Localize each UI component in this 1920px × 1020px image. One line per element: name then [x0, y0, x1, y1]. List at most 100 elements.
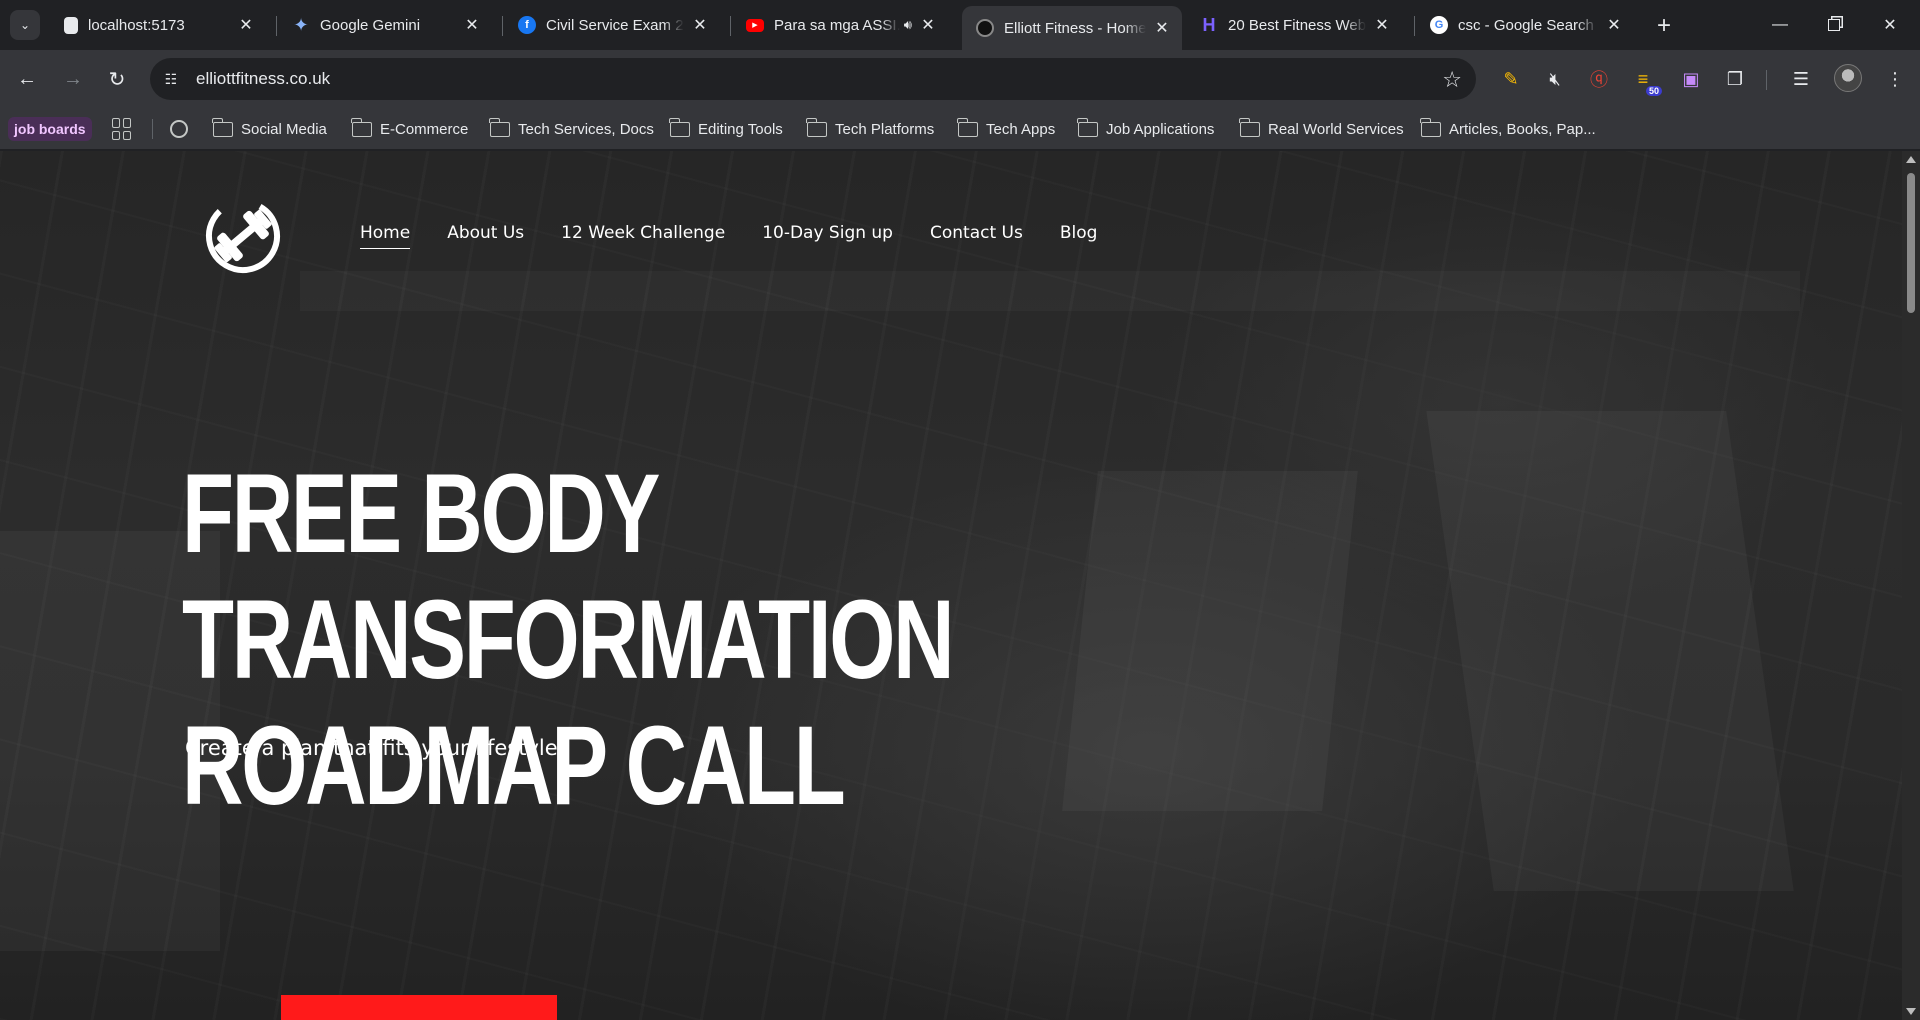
bookmark-label: Tech Apps: [986, 120, 1056, 138]
bookmark-folder-editing-tools[interactable]: Editing Tools: [669, 116, 783, 142]
restore-button[interactable]: [1806, 0, 1862, 50]
browser-toolbar: ← → ↻ ☷ elliottfitness.co.uk ☆ ✎ 🔇︎ ⓠ ≡ 5…: [0, 50, 1920, 108]
tab-facebook[interactable]: f Civil Service Exam 20... ✕: [504, 6, 720, 44]
hero-cta-button[interactable]: [281, 995, 557, 1020]
bookmark-folder-tech-apps[interactable]: Tech Apps: [957, 116, 1056, 142]
background-machine-shape: [1062, 471, 1358, 811]
hero-subtitle: Create a plan that fits your lifestyle.: [185, 736, 565, 760]
bookmark-folder-job-applications[interactable]: Job Applications: [1077, 116, 1214, 142]
scroll-down-arrow-icon[interactable]: [1906, 1008, 1916, 1015]
tab-strip: ⌄ localhost:5173 ✕ ✦ Google Gemini ✕ f C…: [0, 0, 1920, 50]
apps-grid-icon[interactable]: [112, 118, 134, 140]
tab-best-fitness[interactable]: H 20 Best Fitness Webs... ✕: [1186, 6, 1402, 44]
nav-link-10-day-sign-up[interactable]: 10-Day Sign up: [762, 223, 893, 243]
new-tab-button[interactable]: +: [1650, 12, 1678, 40]
close-icon[interactable]: ✕: [462, 15, 482, 35]
bookmark-folder-articles[interactable]: Articles, Books, Pap...: [1420, 116, 1596, 142]
q-extension-icon[interactable]: ⓠ: [1584, 64, 1614, 94]
toolbar-divider: [1766, 70, 1767, 90]
site-info-icon[interactable]: ☷: [156, 64, 186, 94]
close-icon[interactable]: ✕: [236, 15, 256, 35]
book-extension-icon[interactable]: ▣: [1676, 64, 1706, 94]
close-window-button[interactable]: ✕: [1862, 0, 1918, 50]
site-nav: Home About Us 12 Week Challenge 10-Day S…: [360, 223, 1134, 249]
highlighter-extension-icon[interactable]: ✎: [1496, 64, 1526, 94]
rss-extension-icon[interactable]: ≡ 50: [1628, 64, 1662, 96]
close-icon[interactable]: ✕: [1152, 18, 1172, 38]
extension-badge: 50: [1645, 86, 1662, 96]
close-icon[interactable]: ✕: [918, 15, 938, 35]
tab-group-label[interactable]: job boards: [8, 117, 92, 141]
menu-kebab-icon[interactable]: ⋮: [1880, 64, 1910, 94]
extensions-puzzle-icon[interactable]: ❐: [1720, 64, 1750, 94]
folder-icon: [957, 117, 978, 137]
url-text[interactable]: elliottfitness.co.uk: [196, 69, 330, 89]
plus-icon: +: [1656, 12, 1671, 39]
folder-icon: [351, 117, 372, 137]
minimize-button[interactable]: —: [1752, 0, 1808, 50]
folder-icon: [1077, 117, 1098, 137]
hero-title-line: TRANSFORMATION: [182, 577, 955, 702]
tab-title: csc - Google Search: [1458, 16, 1594, 34]
tab-title: 20 Best Fitness Webs...: [1228, 16, 1366, 34]
facebook-icon: f: [518, 16, 536, 34]
scrollbar-thumb[interactable]: [1907, 173, 1915, 313]
google-icon: G: [1430, 16, 1448, 34]
bookmark-label: Articles, Books, Pap...: [1449, 120, 1596, 138]
tab-title: Elliott Fitness - Home: [1004, 19, 1146, 37]
back-button[interactable]: ←: [12, 64, 42, 94]
h-icon: H: [1202, 14, 1216, 35]
close-icon[interactable]: ✕: [1604, 15, 1624, 35]
bookmark-star-icon[interactable]: ☆: [1442, 67, 1462, 93]
bookmark-folder-real-world-services[interactable]: Real World Services: [1239, 116, 1404, 142]
nav-link-home[interactable]: Home: [360, 223, 411, 249]
tab-divider: [276, 16, 277, 36]
bookmark-folder-social-media[interactable]: Social Media: [212, 116, 327, 142]
elliott-fitness-icon: [976, 19, 994, 37]
tab-search-button[interactable]: ⌄: [10, 10, 40, 40]
bookmark-folder-tech-services[interactable]: Tech Services, Docs: [489, 116, 654, 142]
address-bar[interactable]: ☷ elliottfitness.co.uk ☆: [150, 58, 1476, 100]
arrow-right-icon: →: [63, 67, 83, 90]
minimize-icon: —: [1772, 16, 1788, 33]
nav-link-about-us[interactable]: About Us: [447, 223, 524, 243]
tab-google-search[interactable]: G csc - Google Search ✕: [1416, 6, 1634, 44]
bookmark-label: E-Commerce: [380, 120, 469, 138]
folder-icon: [1239, 117, 1260, 137]
document-icon: [64, 16, 78, 34]
nav-link-contact-us[interactable]: Contact Us: [930, 223, 1023, 243]
close-icon[interactable]: ✕: [1372, 15, 1392, 35]
tab-divider: [730, 16, 731, 36]
tab-gemini[interactable]: ✦ Google Gemini ✕: [278, 6, 492, 44]
speaker-icon[interactable]: 🔊︎: [904, 17, 912, 33]
bookmark-label: Editing Tools: [698, 120, 783, 138]
tab-elliott-fitness[interactable]: Elliott Fitness - Home ✕: [962, 6, 1182, 50]
bookmark-folder-e-commerce[interactable]: E-Commerce: [351, 116, 469, 142]
bookmarks-bar: job boards Social Media E-Commerce Tech …: [0, 108, 1920, 150]
tab-title: localhost:5173: [88, 16, 185, 34]
forward-button[interactable]: →: [58, 64, 88, 94]
hero-title: FREE BODY TRANSFORMATION ROADMAP CALL: [182, 451, 955, 829]
close-icon[interactable]: ✕: [690, 15, 710, 35]
chevron-down-icon: ⌄: [19, 18, 31, 32]
hero-title-line: ROADMAP CALL: [182, 703, 846, 828]
tab-localhost[interactable]: localhost:5173 ✕: [50, 6, 266, 44]
page-viewport: Home About Us 12 Week Challenge 10-Day S…: [0, 151, 1920, 1020]
elliott-fitness-logo[interactable]: [203, 196, 283, 276]
bookmark-folder-tech-platforms[interactable]: Tech Platforms: [806, 116, 934, 142]
nav-link-12-week-challenge[interactable]: 12 Week Challenge: [561, 223, 725, 243]
profile-avatar[interactable]: [1834, 64, 1862, 92]
media-queue-icon[interactable]: ☰: [1786, 64, 1816, 94]
tab-youtube[interactable]: ▶ Para sa mga ASSI... 🔊︎ ✕: [732, 6, 948, 44]
folder-icon: [1420, 117, 1441, 137]
mute-extension-icon[interactable]: 🔇︎: [1540, 64, 1570, 94]
nav-link-blog[interactable]: Blog: [1060, 223, 1098, 243]
bookmarks-divider: [152, 119, 153, 139]
scroll-up-arrow-icon[interactable]: [1906, 156, 1916, 163]
tab-divider: [502, 16, 503, 36]
folder-icon: [669, 117, 690, 137]
folder-icon: [806, 117, 827, 137]
page-scrollbar[interactable]: [1902, 151, 1920, 1020]
reload-button[interactable]: ↻: [102, 64, 132, 94]
globe-icon[interactable]: [170, 120, 188, 138]
